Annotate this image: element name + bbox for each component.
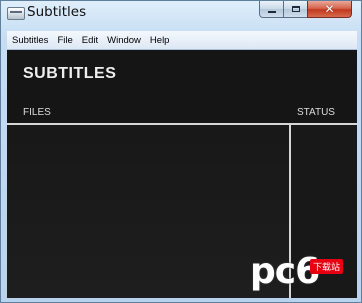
watermark-badge: 下载站 <box>310 259 344 274</box>
maximize-button[interactable] <box>283 1 308 18</box>
menu-window[interactable]: Window <box>102 35 145 46</box>
menu-help[interactable]: Help <box>145 35 174 46</box>
page-title: SUBTITLES <box>23 65 117 82</box>
close-icon: ✕ <box>324 2 335 16</box>
close-button[interactable]: ✕ <box>307 1 352 18</box>
menu-edit[interactable]: Edit <box>77 35 102 46</box>
maximize-icon <box>291 6 300 12</box>
watermark-logo: pc6 下载站 <box>250 252 355 297</box>
app-icon[interactable] <box>7 7 25 20</box>
menu-subtitles[interactable]: Subtitles <box>7 35 52 46</box>
window-title: Subtitles <box>27 4 87 20</box>
minimize-button[interactable] <box>259 1 284 18</box>
files-column-header[interactable]: FILES <box>23 107 51 118</box>
watermark-text: pc6 <box>250 251 320 292</box>
menu-file[interactable]: File <box>52 35 76 46</box>
files-list[interactable] <box>7 125 289 298</box>
status-column-header[interactable]: STATUS <box>297 107 335 118</box>
title-bar[interactable]: Subtitles ✕ <box>1 1 361 27</box>
menu-bar: Subtitles File Edit Window Help <box>7 31 357 50</box>
minimize-icon <box>267 11 276 13</box>
